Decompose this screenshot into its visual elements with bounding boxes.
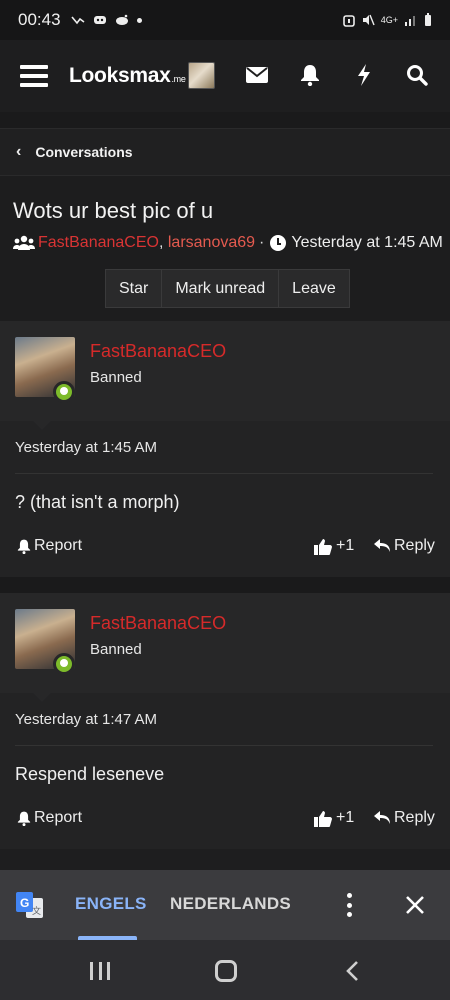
network-type: 4G+ [380, 15, 398, 25]
online-status-icon [53, 381, 75, 403]
report-button[interactable]: Report [17, 809, 82, 827]
message-gap [0, 849, 450, 870]
reply-label: Reply [394, 809, 435, 826]
notification-icons [70, 14, 142, 26]
reply-arrow-icon [374, 811, 390, 824]
translate-bar: G 文 ENGELS NEDERLANDS [0, 870, 450, 940]
participant-link[interactable]: FastBananaCEO [38, 234, 159, 252]
thumbs-up-icon [314, 538, 332, 555]
participant-link[interactable]: larsanova69 [168, 234, 255, 252]
username[interactable]: FastBananaCEO [90, 341, 226, 362]
report-button[interactable]: Report [17, 537, 82, 555]
message-actions: Report +1 Reply [0, 809, 450, 833]
header-spacer [0, 112, 450, 128]
username[interactable]: FastBananaCEO [90, 613, 226, 634]
google-translate-icon[interactable]: G 文 [16, 892, 44, 920]
more-notifications-dot [136, 17, 142, 23]
breadcrumb-label[interactable]: Conversations [35, 144, 132, 160]
message-gap [0, 577, 450, 593]
like-button[interactable]: +1 [314, 537, 354, 555]
more-options-icon[interactable] [341, 893, 357, 917]
mute-icon [362, 14, 375, 26]
participant-separator: , [158, 234, 164, 251]
discord-icon [93, 16, 106, 24]
user-title: Banned [90, 369, 142, 386]
battery-icon [425, 13, 431, 26]
user-block-arrow [33, 693, 51, 702]
status-time: 00:43 [18, 10, 61, 29]
reply-label: Reply [394, 537, 435, 554]
site-header: Looksmax .me [0, 40, 450, 112]
report-label: Report [34, 809, 83, 826]
online-status-icon [53, 653, 75, 675]
divider [15, 745, 433, 746]
tab-source-language[interactable]: ENGELS [75, 894, 147, 914]
message-date[interactable]: Yesterday at 1:45 AM [15, 439, 157, 456]
svg-text:G: G [20, 896, 29, 910]
message-body: Respend leseneve [15, 764, 165, 784]
star-button[interactable]: Star [106, 270, 163, 307]
back-icon[interactable] [343, 960, 365, 982]
like-button[interactable]: +1 [314, 809, 354, 827]
reply-arrow-icon [374, 539, 390, 552]
conversation-header: Wots ur best pic of u FastBananaCEO, lar… [0, 176, 450, 321]
whats-new-bolt-icon[interactable] [352, 63, 376, 87]
signal-icon [405, 16, 415, 26]
message: FastBananaCEO Banned Yesterday at 1:45 A… [0, 321, 450, 577]
message-body: ? (that isn't a morph) [15, 492, 180, 512]
bell-icon [17, 539, 31, 554]
status-right-icons: 4G+ [342, 13, 432, 27]
like-label: +1 [336, 809, 355, 826]
report-label: Report [34, 537, 83, 554]
logo-suffix: .me [171, 74, 186, 84]
tab-target-language[interactable]: NEDERLANDS [170, 894, 291, 914]
message-actions: Report +1 Reply [0, 537, 450, 561]
clock-icon [270, 235, 287, 251]
reply-button[interactable]: Reply [374, 537, 435, 555]
close-icon[interactable] [402, 892, 428, 918]
mark-unread-button[interactable]: Mark unread [162, 270, 280, 307]
leave-button[interactable]: Leave [279, 270, 349, 307]
home-icon[interactable] [215, 960, 237, 982]
status-bar: 00:43 4G+ [0, 0, 450, 40]
participants-icon [13, 235, 35, 250]
divider [15, 473, 433, 474]
bell-icon[interactable] [298, 63, 322, 87]
message: FastBananaCEO Banned Yesterday at 1:47 A… [0, 593, 450, 849]
user-block-arrow [33, 421, 51, 430]
search-icon[interactable] [405, 63, 429, 87]
conversation-timestamp: Yesterday at 1:45 AM [291, 234, 443, 251]
missed-call-icon [70, 16, 85, 25]
inbox-icon[interactable] [245, 63, 269, 87]
recents-icon[interactable] [90, 962, 110, 980]
reply-button[interactable]: Reply [374, 809, 435, 827]
like-label: +1 [336, 537, 355, 554]
site-logo[interactable]: Looksmax .me [69, 64, 186, 88]
account-avatar[interactable] [188, 62, 215, 89]
user-title: Banned [90, 641, 142, 658]
bell-icon [17, 811, 31, 826]
conversation-meta: FastBananaCEO, larsanova69 · Yesterday a… [13, 234, 443, 252]
conversation-actions: Star Mark unread Leave [105, 269, 350, 308]
system-nav-bar [0, 940, 450, 1000]
thumbs-up-icon [314, 810, 332, 827]
message-date[interactable]: Yesterday at 1:47 AM [15, 711, 157, 728]
logo-main: Looksmax [69, 64, 171, 87]
breadcrumb[interactable]: ‹ Conversations [0, 128, 450, 176]
alarm-icon [342, 15, 355, 27]
menu-icon[interactable] [20, 65, 48, 87]
chevron-left-icon: ‹ [16, 143, 22, 160]
conversation-title: Wots ur best pic of u [13, 198, 214, 223]
reddit-icon [115, 14, 128, 25]
meta-separator: · [259, 234, 265, 251]
svg-text:文: 文 [32, 905, 41, 916]
